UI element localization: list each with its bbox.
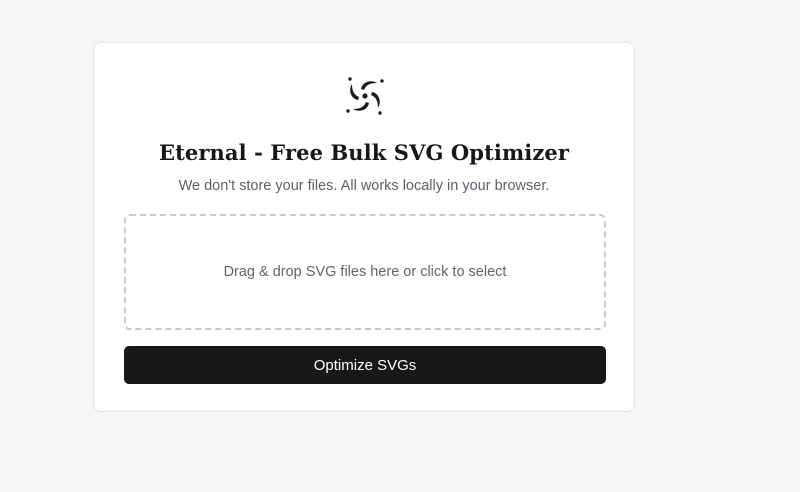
swirl-logo-icon: [342, 73, 388, 119]
page-title: Eternal - Free Bulk SVG Optimizer: [158, 140, 570, 165]
file-dropzone[interactable]: Drag & drop SVG files here or click to s…: [124, 214, 606, 330]
optimize-svgs-button[interactable]: Optimize SVGs: [124, 346, 606, 384]
optimizer-card: Eternal - Free Bulk SVG Optimizer We don…: [93, 42, 635, 412]
dropzone-label: Drag & drop SVG files here or click to s…: [223, 264, 507, 280]
privacy-subtitle: We don't store your files. All works loc…: [178, 178, 550, 194]
